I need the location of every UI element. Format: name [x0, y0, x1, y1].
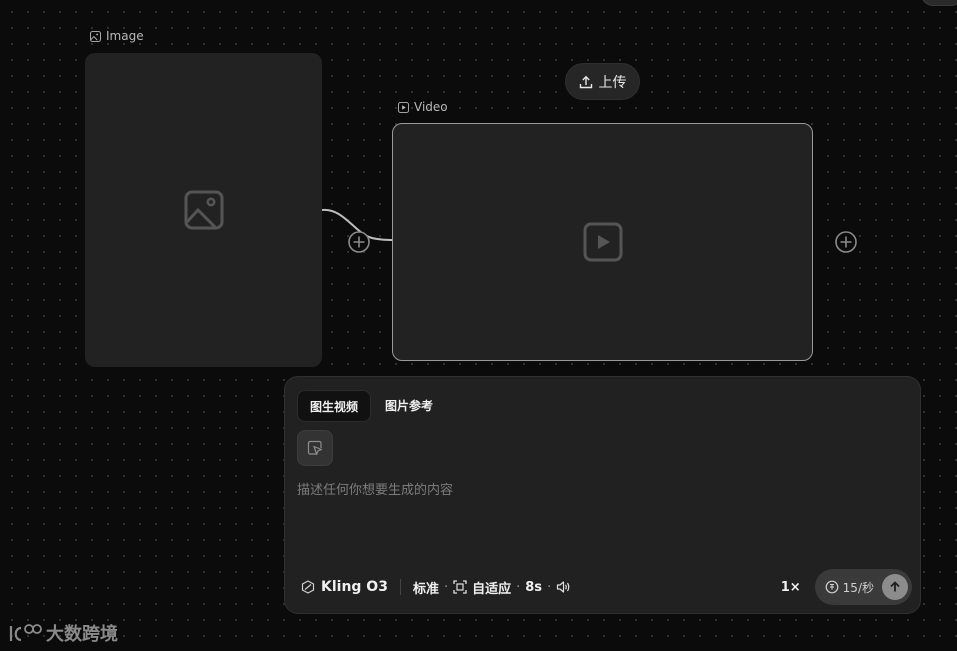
watermark: 大数跨境	[8, 620, 118, 646]
quality-value: 标准	[412, 581, 439, 597]
video-node[interactable]	[392, 123, 813, 361]
model-logo-icon	[301, 580, 315, 594]
upload-label: 上传	[598, 74, 627, 91]
image-small-icon	[90, 30, 101, 42]
generation-toolbar: Kling O3 标准 · 自适应 · 8s · 1× 15/秒	[301, 569, 912, 605]
upload-button[interactable]: 上传	[565, 63, 640, 100]
generate-send-button[interactable]	[882, 574, 908, 600]
mode-tabs: 图生视频 图片参考	[297, 390, 445, 422]
separator-dot: ·	[547, 579, 552, 595]
corner-control[interactable]	[921, 0, 957, 6]
prompt-input[interactable]	[297, 479, 907, 559]
tab-image-to-video[interactable]: 图生视频	[297, 390, 372, 422]
batch-multiplier[interactable]: 1×	[781, 580, 801, 595]
image-node-title: Image	[106, 29, 144, 43]
model-select[interactable]: Kling O3	[301, 579, 388, 595]
image-icon	[184, 190, 223, 230]
watermark-text: 大数跨境	[46, 624, 118, 645]
video-small-icon	[398, 101, 409, 113]
upload-icon	[579, 75, 592, 88]
canvas[interactable]: Image 上传 Video 图生视频 图片参考 描述任何你想要生成的内容 Kl…	[0, 0, 957, 651]
prompt-panel: 图生视频 图片参考 Kling O3 标准 ·	[284, 376, 921, 614]
aspect-ratio-icon	[453, 580, 467, 594]
image-node[interactable]	[85, 53, 322, 367]
select-image-icon	[307, 440, 323, 455]
sound-icon	[557, 581, 570, 593]
separator-dot: ·	[443, 579, 449, 595]
arrow-up-icon	[890, 581, 900, 592]
video-node-label: Video	[398, 100, 448, 114]
credits-rate: 15/秒	[842, 580, 874, 595]
model-name: Kling O3	[321, 579, 388, 595]
add-node-left-button[interactable]	[347, 230, 371, 254]
tab-image-reference[interactable]: 图片参考	[373, 390, 445, 420]
image-node-label: Image	[90, 29, 144, 43]
separator-dot: ·	[516, 579, 521, 595]
credits-pill: 15/秒	[814, 569, 912, 605]
generation-settings[interactable]: 标准 · 自适应 · 8s ·	[413, 578, 571, 597]
credits-icon	[825, 580, 839, 594]
attach-image-button[interactable]	[297, 430, 333, 466]
toolbar-divider	[399, 579, 401, 595]
watermark-logo-icon	[9, 624, 42, 642]
aspect-value: 自适应	[472, 581, 512, 597]
duration-value: 8s	[525, 579, 543, 595]
add-node-right-button[interactable]	[834, 230, 858, 254]
play-icon	[583, 222, 622, 262]
video-node-title: Video	[414, 100, 448, 114]
